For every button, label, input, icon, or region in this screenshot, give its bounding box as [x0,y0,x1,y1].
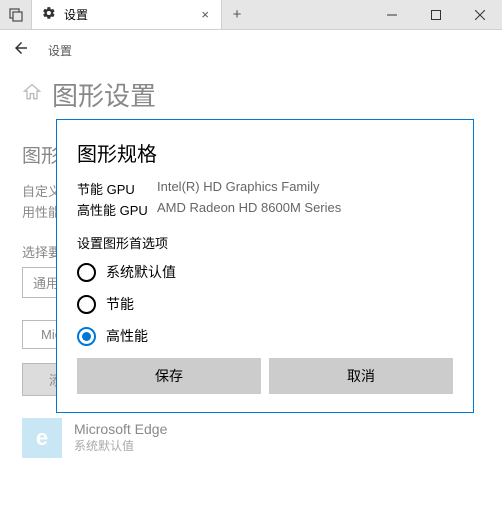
tab-close-icon[interactable]: × [197,7,213,22]
save-button[interactable]: 保存 [77,358,261,394]
gpu-label: 高性能 GPU [77,200,157,219]
radio-system-default[interactable]: 系统默认值 [77,262,453,282]
app-subtitle: 系统默认值 [74,437,167,454]
back-button[interactable] [12,39,30,62]
gpu-value: AMD Radeon HD 8600M Series [157,200,341,219]
radio-high-performance[interactable]: 高性能 [77,326,453,346]
radio-label: 高性能 [106,326,148,346]
app-icon-edge: e [22,418,62,458]
preference-heading: 设置图形首选项 [77,233,453,252]
gear-icon [42,6,56,23]
tab-label: 设置 [64,6,189,23]
app-name: Microsoft Edge [74,421,167,437]
gpu-label: 节能 GPU [77,179,157,198]
dialog-buttons: 保存 取消 [77,358,453,394]
app-row[interactable]: e Microsoft Edge 系统默认值 [22,418,480,458]
home-icon[interactable] [22,82,42,107]
window-controls [370,0,502,29]
page-title: 图形设置 [52,76,156,113]
radio-icon [77,295,96,314]
radio-icon [77,327,96,346]
tab-settings[interactable]: 设置 × [32,0,222,29]
high-perf-gpu-row: 高性能 GPU AMD Radeon HD 8600M Series [77,200,453,219]
page-header: 图形设置 [22,76,480,113]
titlebar: 设置 × + [0,0,502,30]
multitask-icon[interactable] [0,0,32,29]
gpu-value: Intel(R) HD Graphics Family [157,179,320,198]
titlebar-drag [252,0,370,29]
radio-label: 系统默认值 [106,262,176,282]
cancel-button[interactable]: 取消 [269,358,453,394]
power-saving-gpu-row: 节能 GPU Intel(R) HD Graphics Family [77,179,453,198]
graphics-spec-dialog: 图形规格 节能 GPU Intel(R) HD Graphics Family … [56,119,474,413]
titlebar-left: 设置 × + [0,0,252,29]
navbar: 设置 [0,30,502,70]
new-tab-button[interactable]: + [222,0,252,29]
close-button[interactable] [458,0,502,29]
nav-title: 设置 [48,42,72,59]
dialog-title: 图形规格 [77,138,453,167]
radio-power-saving[interactable]: 节能 [77,294,453,314]
maximize-button[interactable] [414,0,458,29]
radio-label: 节能 [106,294,134,314]
minimize-button[interactable] [370,0,414,29]
radio-icon [77,263,96,282]
app-info: Microsoft Edge 系统默认值 [74,421,167,454]
